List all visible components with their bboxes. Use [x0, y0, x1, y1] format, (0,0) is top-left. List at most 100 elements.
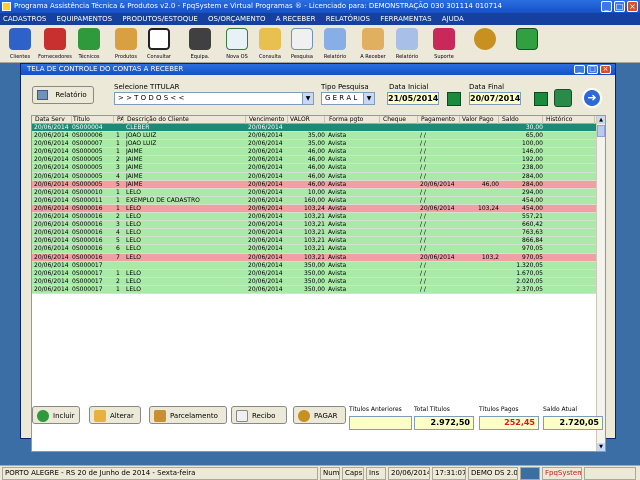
toolbar-consulta-button[interactable]: Consulta [255, 27, 285, 61]
toolbar-consultar-button[interactable]: Consultar [144, 27, 174, 61]
scroll-thumb[interactable] [597, 125, 605, 137]
menu-cadastros[interactable]: CADASTROS [3, 13, 46, 25]
cell-forma-pgto: Avista [328, 204, 347, 212]
alterar-button[interactable]: Alterar [89, 406, 141, 424]
toolbar-relatorio-button[interactable]: Relatório [320, 27, 350, 61]
maximize-button[interactable]: □ [614, 1, 625, 12]
pagar-button[interactable]: PAGAR [293, 406, 346, 424]
menu-produtos-estoque[interactable]: PRODUTOS/ESTOQUE [122, 13, 197, 25]
table-row[interactable]: 20/06/2014 0S000016 3 LELO 20/06/2014 103,21 A… [32, 221, 598, 230]
table-row[interactable]: 20/06/2014 0S000010 1 LELO 20/06/2014 10,00 Av… [32, 188, 598, 197]
column-header-parcela[interactable]: PA [116, 116, 124, 124]
column-header-valor-pago[interactable]: Valor Pago [461, 116, 499, 124]
cell-titulo: 0S000005 [72, 164, 103, 172]
table-row[interactable]: 20/06/2014 0S000005 1 JAIME 20/06/2014 46,00 A… [32, 148, 598, 157]
calendar-icon[interactable] [447, 92, 461, 106]
window-maximize-button[interactable]: □ [587, 65, 598, 74]
column-header-saldo[interactable]: Saldo [501, 116, 543, 124]
toolbar-suporte-button[interactable]: Suporte [429, 27, 459, 61]
table-row[interactable]: 20/06/2014 0S000017 2 LELO 20/06/2014 350,00 A… [32, 277, 598, 286]
menu-relatorios[interactable]: RELATÓRIOS [326, 13, 370, 25]
vertical-scrollbar[interactable]: ▲ ▼ [596, 116, 605, 451]
toolbar-relatorio2-button[interactable]: Relatório [392, 27, 422, 61]
table-row[interactable]: 20/06/2014 0S000005 3 JAIME 20/06/2014 46,00 A… [32, 164, 598, 173]
table-row[interactable]: 20/06/2014 0S000007 1 JOÃO LUIZ 20/06/2014 35… [32, 140, 598, 149]
data-final-field[interactable]: 20/07/2014 [469, 92, 521, 105]
cell-cliente: LELO [126, 221, 141, 229]
column-header-titulo[interactable]: Título [72, 116, 114, 124]
incluir-button[interactable]: Incluir [32, 406, 80, 424]
column-header-historico[interactable]: Histórico [545, 116, 595, 124]
tipo-pesquisa-select[interactable]: G E R A L ▼ [321, 92, 375, 105]
menu-os-orcamento[interactable]: OS/ORÇAMENTO [208, 13, 266, 25]
minimize-button[interactable]: _ [601, 1, 612, 12]
cell-valor-pago [461, 221, 499, 229]
toolbar-tecnicos-button[interactable]: Técnicos [74, 27, 104, 61]
table-row[interactable]: 20/06/2014 0S000016 7 LELO 20/06/2014 103,21 A… [32, 253, 598, 262]
table-row[interactable]: 20/06/2014 0S000016 4 LELO 20/06/2014 103,21 A… [32, 229, 598, 238]
toolbar-exit-button[interactable] [512, 27, 542, 61]
cell-data-serv: 20/06/2014 [34, 124, 69, 131]
toolbar-a-receber-button[interactable]: A Receber [358, 27, 388, 61]
recibo-button[interactable]: Recibo [231, 406, 287, 424]
window-minimize-button[interactable]: _ [574, 65, 585, 74]
column-header-valor[interactable]: VALOR [289, 116, 325, 124]
column-header-data-serv[interactable]: Data Serv [34, 116, 72, 124]
calendar-icon[interactable] [534, 92, 548, 106]
table-body: 20/06/2014 0S000004 CLEBER 20/06/2014 30,00 2… [32, 124, 598, 294]
cell-pagamento: / / [420, 237, 426, 245]
column-header-forma-pgto[interactable]: Forma pgto [328, 116, 380, 124]
table-row[interactable]: 20/06/2014 0S000016 1 LELO 20/06/2014 103,24 A… [32, 204, 598, 214]
toolbar-pesquisa-button[interactable]: Pesquisa [287, 27, 317, 61]
table-row[interactable]: 20/06/2014 0S000004 CLEBER 20/06/2014 30,00 [32, 124, 598, 133]
toolbar-nova-os-button[interactable]: Nova OS [222, 27, 252, 61]
table-row[interactable]: 20/06/2014 0S000006 1 JOÃO LUIZ 20/06/2014 35… [32, 132, 598, 141]
column-header-cliente[interactable]: Descrição do Cliente [126, 116, 246, 124]
arrow-right-icon[interactable]: ➜ [582, 88, 602, 108]
scroll-down-icon[interactable]: ▼ [597, 443, 605, 451]
cell-cheque [382, 181, 418, 189]
toolbar-produtos-button[interactable]: Produtos [111, 27, 141, 61]
column-header-cheque[interactable]: Cheque [382, 116, 418, 124]
column-header-vencimento[interactable]: Vencimento [248, 116, 288, 124]
menu-equipamentos[interactable]: EQUIPAMENTOS [57, 13, 113, 25]
titular-select[interactable]: > > T O D O S < < ▼ [114, 92, 314, 105]
cell-titulo: 0S000010 [72, 188, 103, 196]
window-close-button[interactable]: × [600, 65, 611, 74]
cell-data-serv: 20/06/2014 [34, 180, 69, 188]
receivables-table: Data Serv Título PA Descrição do Cliente Ven… [31, 115, 606, 452]
table-row[interactable]: 20/06/2014 0S000005 5 JAIME 20/06/2014 46,00 A… [32, 180, 598, 189]
cell-historico [545, 237, 595, 245]
column-header-pagamento[interactable]: Pagamento [420, 116, 460, 124]
table-row[interactable]: 20/06/2014 0S000017 1 LELO 20/06/2014 350,00 A… [32, 269, 598, 278]
cell-data-serv: 20/06/2014 [34, 172, 69, 180]
table-row[interactable]: 20/06/2014 0S000017 1 LELO 20/06/2014 350,00 A… [32, 285, 598, 294]
main-menu-bar: CADASTROS EQUIPAMENTOS PRODUTOS/ESTOQUE … [0, 13, 640, 25]
toolbar-clientes-button[interactable]: Clientes [5, 27, 35, 61]
toolbar-fornecedores-button[interactable]: Fornecedores [38, 27, 72, 61]
parcelamento-button[interactable]: Parcelamento [149, 406, 227, 424]
menu-a-receber[interactable]: A RECEBER [276, 13, 316, 25]
close-button[interactable]: × [627, 1, 638, 12]
cell-forma-pgto: Avista [328, 245, 347, 253]
menu-ajuda[interactable]: AJUDA [442, 13, 464, 25]
table-row[interactable]: 20/06/2014 0S000016 2 LELO 20/06/2014 103,21 A… [32, 213, 598, 222]
status-time: 17:31:07 [432, 467, 466, 480]
menu-ferramentas[interactable]: FERRAMENTAS [380, 13, 431, 25]
toolbar-coins-button[interactable] [470, 27, 500, 61]
cell-historico [545, 245, 595, 253]
cell-parcela: 1 [116, 204, 120, 212]
table-row[interactable]: 20/06/2014 0S000016 5 LELO 20/06/2014 103,21 A… [32, 237, 598, 246]
cell-forma-pgto: Avista [328, 148, 347, 156]
table-row[interactable]: 20/06/2014 0S000016 6 LELO 20/06/2014 103,21 A… [32, 245, 598, 254]
table-row[interactable]: 20/06/2014 0S000017 20/06/2014 350,00 Avista… [32, 261, 598, 270]
cell-pagamento: / / [420, 285, 426, 293]
relatorio-button[interactable]: Relatório [32, 86, 94, 104]
refresh-icon[interactable] [554, 89, 572, 107]
toolbar-equipamentos-button[interactable]: Equipa. [185, 27, 215, 61]
data-inicial-field[interactable]: 21/05/2014 [387, 92, 439, 105]
table-row[interactable]: 20/06/2014 0S000011 1 EXEMPLO DE CADASTRO 20… [32, 196, 598, 205]
scroll-up-icon[interactable]: ▲ [597, 116, 605, 124]
table-row[interactable]: 20/06/2014 0S000005 2 JAIME 20/06/2014 46,00 A… [32, 156, 598, 165]
table-row[interactable]: 20/06/2014 0S000005 4 JAIME 20/06/2014 46,00 A… [32, 172, 598, 181]
